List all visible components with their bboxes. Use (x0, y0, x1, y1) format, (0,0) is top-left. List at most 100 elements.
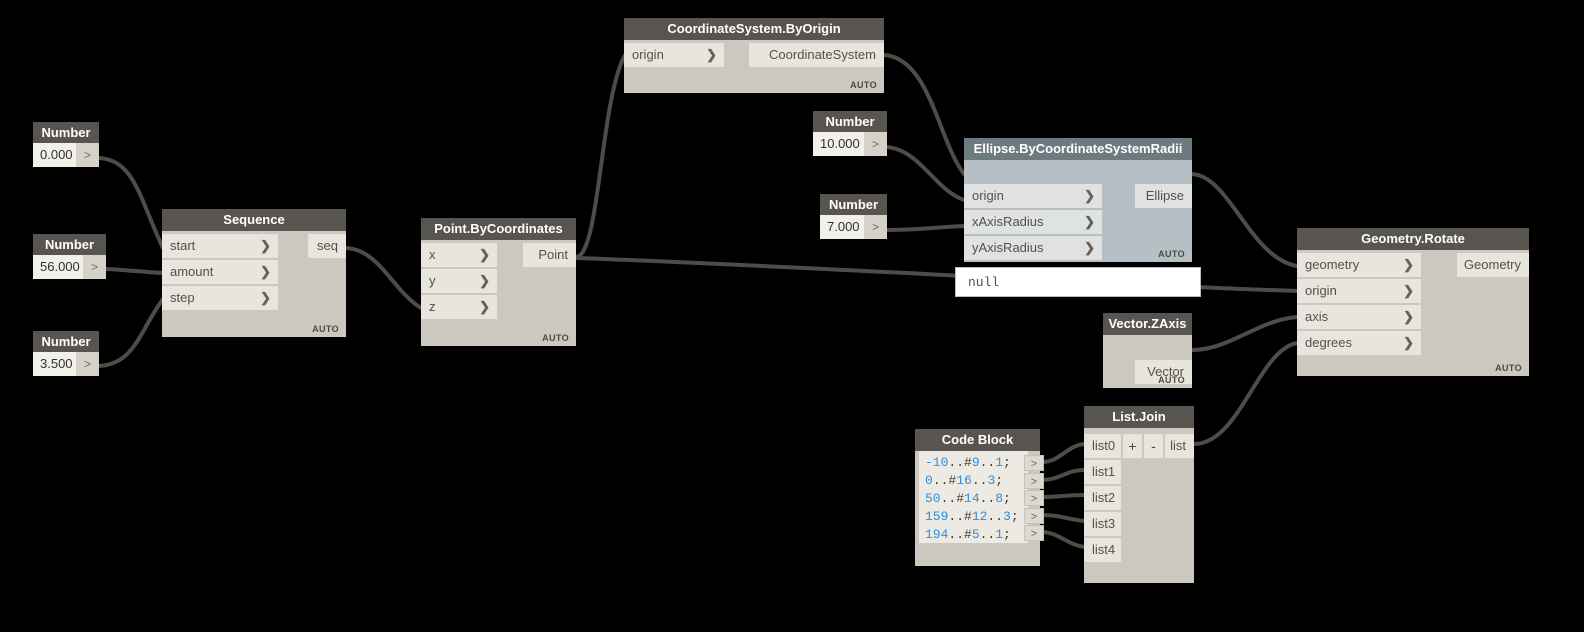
chevron-right-icon: ❯ (479, 247, 490, 262)
code-token: ..# (948, 509, 972, 524)
node-title: Ellipse.ByCoordinateSystemRadii (964, 138, 1192, 160)
number-node-yaxisradius[interactable]: Number 7.000 > (820, 194, 887, 239)
code-token: ; (1003, 491, 1011, 506)
code-token: 1 (995, 455, 1004, 470)
chevron-right-icon: ❯ (1084, 214, 1095, 229)
input-port-y[interactable]: y ❯ (421, 269, 497, 293)
number-value-input[interactable]: 0.000 (33, 143, 76, 167)
port-label: x (429, 247, 436, 262)
port-label: list3 (1092, 516, 1116, 531)
node-geometry-rotate[interactable]: Geometry.Rotate geometry ❯ origin ❯ axis… (1297, 228, 1529, 376)
input-port-list0[interactable]: list0 (1084, 434, 1121, 458)
code-block-output-port-1[interactable]: > (1024, 473, 1044, 489)
auto-badge: AUTO (1158, 375, 1185, 385)
number-node-title: Number (813, 111, 887, 132)
code-token: .. (987, 509, 1004, 524)
output-port-list[interactable]: list (1165, 434, 1194, 458)
input-port-list1[interactable]: list1 (1084, 460, 1121, 484)
chevron-right-icon: ❯ (1084, 188, 1095, 203)
port-label: start (170, 238, 196, 253)
port-label: list1 (1092, 464, 1116, 479)
port-label: origin (972, 188, 1004, 203)
code-token: ..# (948, 455, 972, 470)
input-port-list2[interactable]: list2 (1084, 486, 1121, 510)
output-port-geometry[interactable]: Geometry (1457, 253, 1529, 277)
input-port-list3[interactable]: list3 (1084, 512, 1121, 536)
preview-value: null (968, 275, 1000, 290)
code-token: ..# (940, 491, 965, 506)
code-token: ; (1010, 509, 1019, 524)
input-port-z[interactable]: z ❯ (421, 295, 497, 319)
number-output-port[interactable]: > (83, 255, 106, 279)
dynamo-graph-canvas[interactable]: Number 0.000 > Number 56.000 > Number 3.… (0, 0, 1584, 632)
chevron-right-icon: ❯ (1403, 335, 1414, 350)
input-port-start[interactable]: start ❯ (162, 234, 278, 258)
code-token: 14 (964, 491, 980, 506)
code-token: 194 (925, 527, 949, 542)
code-block-output-port-3[interactable]: > (1024, 508, 1044, 524)
number-output-port[interactable]: > (864, 132, 887, 156)
node-code-block[interactable]: Code Block -10..#9..1; 0..#16..3; 50..#14.… (915, 429, 1040, 566)
number-value-input[interactable]: 10.000 (813, 132, 864, 156)
input-port-yaxisradius[interactable]: yAxisRadius ❯ (964, 236, 1102, 260)
code-token: .. (979, 455, 996, 470)
number-node-start[interactable]: Number 0.000 > (33, 122, 99, 167)
number-value-input[interactable]: 3.500 (33, 352, 76, 376)
code-block-output-port-0[interactable]: > (1024, 455, 1044, 471)
chevron-right-icon: ❯ (260, 290, 271, 305)
code-block-output-port-4[interactable]: > (1024, 525, 1044, 541)
number-output-port[interactable]: > (76, 352, 99, 376)
add-input-button[interactable]: + (1122, 434, 1142, 458)
chevron-right-icon: ❯ (1403, 283, 1414, 298)
output-port-point[interactable]: Point (523, 243, 576, 267)
port-label: axis (1305, 309, 1329, 324)
number-node-step[interactable]: Number 3.500 > (33, 331, 99, 376)
code-token: 5 (971, 527, 980, 542)
input-port-list4[interactable]: list4 (1084, 538, 1121, 562)
input-port-origin[interactable]: origin ❯ (964, 184, 1102, 208)
number-node-amount[interactable]: Number 56.000 > (33, 234, 106, 279)
node-sequence[interactable]: Sequence start ❯ amount ❯ step ❯ seq AUT… (162, 209, 346, 337)
code-token: .. (979, 491, 996, 506)
code-token: ; (1003, 527, 1011, 542)
number-output-port[interactable]: > (864, 215, 887, 239)
input-port-geometry[interactable]: geometry ❯ (1297, 253, 1421, 277)
output-port-ellipse[interactable]: Ellipse (1135, 184, 1192, 208)
output-port-seq[interactable]: seq (308, 234, 346, 258)
number-value-input[interactable]: 7.000 (820, 215, 864, 239)
chevron-right-icon: ❯ (260, 264, 271, 279)
chevron-right-icon: ❯ (1403, 309, 1414, 324)
node-point-bycoordinates[interactable]: Point.ByCoordinates x ❯ y ❯ z ❯ Point AU… (421, 218, 576, 346)
input-port-degrees[interactable]: degrees ❯ (1297, 331, 1421, 355)
code-block-line: 0..#16..3; (925, 472, 1022, 490)
number-value-input[interactable]: 56.000 (33, 255, 83, 279)
code-token: ; (995, 473, 1004, 488)
code-block-editor[interactable]: -10..#9..1; 0..#16..3; 50..#14..8; 159..#12… (919, 451, 1028, 543)
input-port-amount[interactable]: amount ❯ (162, 260, 278, 284)
number-node-xaxisradius[interactable]: Number 10.000 > (813, 111, 887, 156)
node-title: Code Block (915, 429, 1040, 451)
code-token: ..# (932, 473, 957, 488)
code-token: 8 (995, 491, 1004, 506)
port-label: step (170, 290, 195, 305)
remove-input-button[interactable]: - (1143, 434, 1163, 458)
number-output-port[interactable]: > (76, 143, 99, 167)
input-port-origin[interactable]: origin ❯ (624, 43, 724, 67)
code-token: 0 (925, 473, 933, 488)
input-port-step[interactable]: step ❯ (162, 286, 278, 310)
node-vector-zaxis[interactable]: Vector.ZAxis Vector AUTO (1103, 313, 1192, 388)
port-label: xAxisRadius (972, 214, 1044, 229)
code-token: ; (1003, 455, 1011, 470)
chevron-right-icon: ❯ (706, 47, 717, 62)
input-port-x[interactable]: x ❯ (421, 243, 497, 267)
node-ellipse-bycoordinatesystemradii[interactable]: Ellipse.ByCoordinateSystemRadii origin ❯… (964, 138, 1192, 262)
input-port-origin[interactable]: origin ❯ (1297, 279, 1421, 303)
input-port-axis[interactable]: axis ❯ (1297, 305, 1421, 329)
code-block-output-port-2[interactable]: > (1024, 490, 1044, 506)
code-token: 1 (995, 527, 1004, 542)
output-port-coordinatesystem[interactable]: CoordinateSystem (749, 43, 884, 67)
input-port-xaxisradius[interactable]: xAxisRadius ❯ (964, 210, 1102, 234)
chevron-right-icon: ❯ (260, 238, 271, 253)
node-coordinatesystem-byorigin[interactable]: CoordinateSystem.ByOrigin origin ❯ Coord… (624, 18, 884, 93)
node-list-join[interactable]: List.Join list0 list1 list2 list3 list4 … (1084, 406, 1194, 583)
